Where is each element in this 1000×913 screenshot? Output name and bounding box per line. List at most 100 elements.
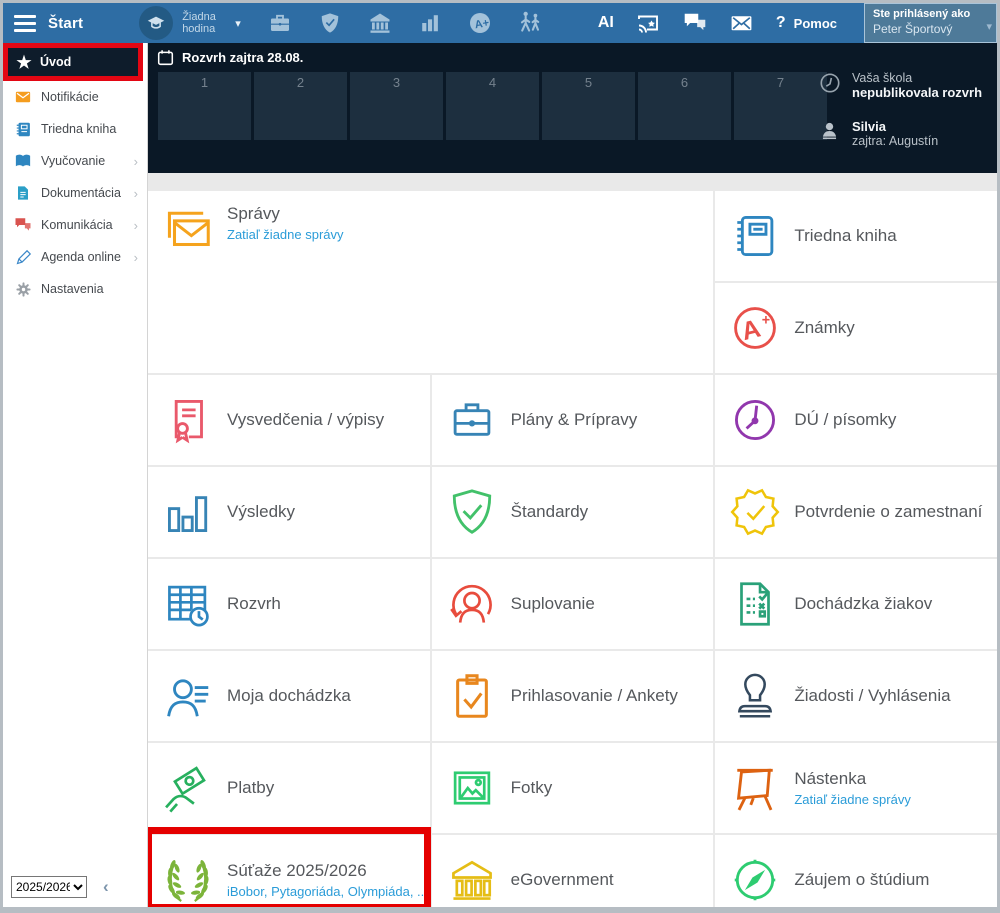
tile-sublink[interactable]: Zatiaľ žiadne správy (794, 792, 911, 807)
timetable-icon (161, 577, 215, 631)
grade-circle-icon[interactable]: A+ (467, 10, 493, 36)
tile-suplovanie[interactable]: Suplovanie (432, 559, 714, 649)
nameday-line: zajtra: Augustín (852, 134, 938, 148)
tile-label: Štandardy (511, 502, 589, 522)
lesson-status-label: Žiadna hodina (182, 11, 230, 35)
tile-zaujem-o-studium[interactable]: Záujem o štúdium (715, 835, 997, 907)
tile-moja-dochadzka[interactable]: Moja dochádzka (148, 651, 430, 741)
main-content: Rozvrh zajtra 28.08. 1 2 3 4 5 6 7 (148, 43, 997, 907)
logged-in-as-label: Ste prihlásený ako (873, 8, 980, 20)
tile-sublink[interactable]: Zatiaľ žiadne správy (227, 227, 344, 242)
walking-people-icon[interactable] (517, 10, 543, 36)
tile-nastenka[interactable]: Nástenka Zatiaľ žiadne správy (715, 743, 997, 833)
topbar-module-icons: A+ (267, 10, 543, 36)
tile-prihlasovanie[interactable]: Prihlasovanie / Ankety (432, 651, 714, 741)
schedule-title: Rozvrh zajtra 28.08. (182, 50, 303, 65)
pen-icon (14, 248, 32, 266)
tile-plany-pripravy[interactable]: Plány & Prípravy (432, 375, 714, 465)
sidebar-item-dokumentacia[interactable]: Dokumentácia › (3, 177, 147, 209)
tile-fotky[interactable]: Fotky (432, 743, 714, 833)
tile-label: Známky (794, 318, 854, 338)
current-lesson-selector[interactable]: Žiadna hodina ▾ (139, 6, 241, 40)
tile-label: Žiadosti / Vyhlásenia (794, 686, 950, 706)
tile-label: eGovernment (511, 870, 614, 890)
topbar-right: AI ? Pomoc Ste prihlásený ako Peter Špor… (598, 3, 997, 43)
tile-label: Platby (227, 778, 274, 798)
government-icon (445, 853, 499, 907)
school-status-line2: nepublikovala rozvrh (852, 85, 982, 100)
open-book-icon (14, 152, 32, 170)
briefcase-icon[interactable] (267, 10, 293, 36)
gear-icon (14, 280, 32, 298)
cast-icon[interactable] (635, 10, 661, 36)
sidebar-item-uvod[interactable]: ★ Úvod (3, 43, 143, 81)
sidebar-item-notifikacie[interactable]: Notifikácie (3, 81, 147, 113)
clock-icon (819, 71, 843, 100)
sidebar-item-komunikacia[interactable]: Komunikácia › (3, 209, 147, 241)
tile-dochadzka-ziakov[interactable]: Dochádzka žiakov (715, 559, 997, 649)
tile-spravy[interactable]: Správy Zatiaľ žiadne správy (148, 191, 713, 373)
tile-znamky[interactable]: A+ Známky (715, 283, 997, 373)
sidebar-item-label: Agenda online (41, 250, 121, 264)
chevron-right-icon: › (134, 218, 138, 233)
classroom-icon (139, 6, 173, 40)
briefcase-icon (445, 393, 499, 447)
dashboard-tiles: Správy Zatiaľ žiadne správy Triedna knih… (148, 191, 997, 907)
bank-icon[interactable] (367, 10, 393, 36)
bar-chart-icon[interactable] (417, 10, 443, 36)
mail-icon[interactable] (729, 10, 755, 36)
tile-label: Fotky (511, 778, 553, 798)
nameday-info: Silvia zajtra: Augustín (819, 119, 987, 148)
sidebar-item-triedna-kniha[interactable]: Triedna kniha (3, 113, 147, 145)
tile-label: Suplovanie (511, 594, 595, 614)
tile-triedna-kniha[interactable]: Triedna kniha (715, 191, 997, 281)
tile-vysvedcenia[interactable]: Vysvedčenia / výpisy (148, 375, 430, 465)
chevron-down-icon: ▾ (235, 17, 241, 30)
help-button[interactable]: ? Pomoc (776, 14, 837, 32)
period-cell: 7 (734, 72, 827, 140)
chat-bubbles-icon[interactable] (682, 10, 708, 36)
svg-text:A+: A+ (474, 17, 490, 31)
sidebar-item-nastavenia[interactable]: Nastavenia (3, 273, 147, 305)
edupage-app: Štart Žiadna hodina ▾ A+ (0, 0, 1000, 913)
tile-potvrdenie[interactable]: Potvrdenie o zamestnaní (715, 467, 997, 557)
collapse-sidebar-icon[interactable]: ‹ (103, 877, 109, 897)
svg-text:+: + (762, 313, 770, 329)
substitution-icon (445, 577, 499, 631)
compass-icon (728, 853, 782, 907)
tile-rozvrh[interactable]: Rozvrh (148, 559, 430, 649)
sidebar-item-agenda-online[interactable]: Agenda online › (3, 241, 147, 273)
school-year-select[interactable]: 2025/2026 (11, 876, 87, 898)
tile-label: Prihlasovanie / Ankety (511, 686, 678, 706)
grades-icon: A+ (728, 301, 782, 355)
tile-ziadosti[interactable]: Žiadosti / Vyhlásenia (715, 651, 997, 741)
tile-sutaze[interactable]: Súťaže 2025/2026 iBobor, Pytagoriáda, Ol… (148, 835, 430, 907)
seal-check-icon (728, 485, 782, 539)
sidebar-item-vyucovanie[interactable]: Vyučovanie › (3, 145, 147, 177)
tile-label: Súťaže 2025/2026 (227, 861, 428, 881)
tile-label: Plány & Prípravy (511, 410, 638, 430)
tile-standardy[interactable]: Štandardy (432, 467, 714, 557)
stamp-icon (728, 669, 782, 723)
ai-button[interactable]: AI (598, 14, 614, 32)
sidebar: ★ Úvod Notifikácie Triedna kniha Vyučov (3, 43, 148, 907)
tile-platby[interactable]: Platby (148, 743, 430, 833)
period-cell: 1 (158, 72, 251, 140)
tile-vysledky[interactable]: Výsledky (148, 467, 430, 557)
hamburger-menu-icon[interactable] (14, 15, 36, 32)
topbar: Štart Žiadna hodina ▾ A+ (3, 3, 997, 43)
tile-sublink[interactable]: iBobor, Pytagoriáda, Olympiáda, ... (227, 884, 428, 899)
user-account-dropdown[interactable]: Ste prihlásený ako Peter Športový ▾ (864, 3, 997, 43)
nameday-name: Silvia (852, 119, 886, 134)
tile-label: Správy (227, 204, 344, 224)
tile-du-pisomky[interactable]: DÚ / písomky (715, 375, 997, 465)
tile-egovernment[interactable]: eGovernment (432, 835, 714, 907)
tile-label: Rozvrh (227, 594, 281, 614)
school-status-line1: Vaša škola (852, 71, 912, 85)
period-cell: 5 (542, 72, 635, 140)
certificate-icon (161, 393, 215, 447)
start-menu-label[interactable]: Štart (48, 15, 83, 32)
shield-check-icon[interactable] (317, 10, 343, 36)
person-icon (819, 119, 843, 148)
chevron-right-icon: › (134, 154, 138, 169)
